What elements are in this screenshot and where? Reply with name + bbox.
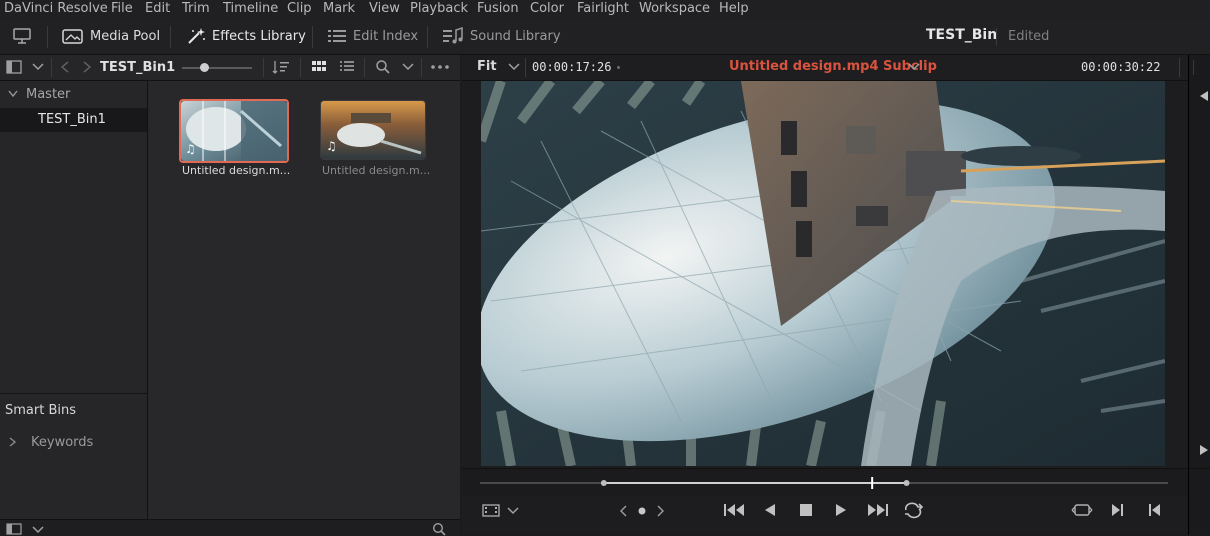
menu-trim[interactable]: Trim xyxy=(182,1,210,16)
bin-tree-panel: Master TEST_Bin1 Smart Bins Keywords xyxy=(0,81,148,519)
zoom-chevron-icon[interactable] xyxy=(508,63,520,71)
list-view-icon[interactable] xyxy=(339,60,355,74)
transport-controls xyxy=(462,496,1188,535)
sound-library-button[interactable]: Sound Library xyxy=(442,26,561,46)
effects-library-button[interactable]: Effects Library xyxy=(186,26,306,46)
scrubber-bar[interactable] xyxy=(462,468,1188,497)
zoom-select[interactable]: Fit xyxy=(477,59,497,74)
mark-in-icon[interactable] xyxy=(1111,503,1125,517)
menu-fusion[interactable]: Fusion xyxy=(477,1,519,16)
sort-icon[interactable] xyxy=(272,60,290,75)
mark-out-icon[interactable] xyxy=(1148,503,1162,517)
menu-color[interactable]: Color xyxy=(530,1,564,16)
smart-bins-heading: Smart Bins xyxy=(5,403,76,418)
project-status: Edited xyxy=(1008,29,1050,44)
thumbnail-size-slider-handle[interactable] xyxy=(200,63,209,72)
match-frame-icon[interactable] xyxy=(1071,502,1093,518)
monitor-icon xyxy=(13,28,31,44)
clip-thumbnail-2[interactable]: ♫ xyxy=(320,100,426,160)
clip-view-chevron-icon[interactable] xyxy=(507,507,519,515)
menu-davinci-resolve[interactable]: DaVinci Resolve xyxy=(4,1,108,16)
timecode-dot xyxy=(617,66,620,69)
playhead[interactable] xyxy=(871,477,874,489)
duration-timecode: 00:00:30:22 xyxy=(1081,60,1161,74)
audio-note-icon: ♫ xyxy=(326,139,337,153)
audio-note-icon: ♫ xyxy=(185,142,196,156)
menu-bar: DaVinci Resolve File Edit Trim Timeline … xyxy=(0,0,1210,18)
jog-control[interactable] xyxy=(620,504,666,518)
out-point-marker[interactable] xyxy=(903,480,910,486)
menu-view[interactable]: View xyxy=(369,1,400,16)
search-icon[interactable] xyxy=(375,59,391,75)
menu-clip[interactable]: Clip xyxy=(287,1,312,16)
thumbnail-view-icon[interactable] xyxy=(311,60,327,74)
menu-workspace[interactable]: Workspace xyxy=(639,1,710,16)
play-reverse-icon[interactable] xyxy=(764,503,776,517)
go-to-start-icon[interactable] xyxy=(723,503,745,517)
project-title: TEST_Bin xyxy=(926,27,998,43)
layout-toggle-button[interactable] xyxy=(12,26,32,46)
chevron-down-icon[interactable] xyxy=(32,63,44,71)
clip-title[interactable]: Untitled design.mp4 Subclip xyxy=(729,59,937,74)
clip-name-2: Untitled design.m... xyxy=(322,164,431,177)
timeline-viewer-edge xyxy=(1188,55,1210,535)
sound-library-icon xyxy=(443,27,463,44)
stop-icon[interactable] xyxy=(799,503,813,517)
clip-thumbnail-1[interactable]: ♫ xyxy=(179,99,289,163)
keywords-expand-icon[interactable] xyxy=(9,437,17,447)
clip-name-1: Untitled design.m... xyxy=(182,164,291,177)
menu-timeline[interactable]: Timeline xyxy=(223,1,278,16)
thumbnail-size-slider[interactable] xyxy=(182,67,252,69)
back-icon[interactable] xyxy=(60,61,70,73)
go-to-end-icon[interactable] xyxy=(867,503,889,517)
forward-icon[interactable] xyxy=(82,61,92,73)
viewer-header: Fit 00:00:17:26 Untitled design.mp4 Subc… xyxy=(462,55,1188,81)
edit-index-button[interactable]: Edit Index xyxy=(327,26,418,46)
media-pool-label: Media Pool xyxy=(90,28,161,44)
scrubber-track[interactable] xyxy=(480,475,1168,491)
play-icon[interactable] xyxy=(835,503,847,517)
sidebar-toggle-icon[interactable] xyxy=(6,60,22,74)
clip-grid: ♫ Untitled design.m... ♫ Untitled design… xyxy=(148,81,460,519)
loop-icon[interactable] xyxy=(902,501,924,519)
more-options-icon[interactable] xyxy=(430,64,450,70)
edit-index-label: Edit Index xyxy=(353,28,419,44)
effects-library-label: Effects Library xyxy=(212,28,306,44)
menu-help[interactable]: Help xyxy=(719,1,749,16)
menu-edit[interactable]: Edit xyxy=(145,1,170,16)
menu-playback[interactable]: Playback xyxy=(410,1,468,16)
timeline-go-to-start-icon[interactable] xyxy=(1199,90,1209,102)
in-point-marker[interactable] xyxy=(600,480,607,486)
keywords-smart-bin[interactable]: Keywords xyxy=(31,435,93,450)
media-pool-header: TEST_Bin1 xyxy=(100,55,460,81)
toolbar: Media Pool Effects Library Edit Index So… xyxy=(0,18,1210,55)
clip-view-icon[interactable] xyxy=(482,504,500,518)
menu-file[interactable]: File xyxy=(111,1,133,16)
source-timecode: 00:00:17:26 xyxy=(532,60,612,74)
media-pool-icon xyxy=(62,29,83,44)
footer-chevron-icon[interactable] xyxy=(32,526,44,534)
magic-wand-icon xyxy=(188,28,205,44)
media-pool-button[interactable]: Media Pool xyxy=(62,26,160,46)
search-options-chevron-icon[interactable] xyxy=(402,63,414,71)
master-bin[interactable]: Master xyxy=(26,87,70,102)
list-icon xyxy=(328,30,346,42)
sound-library-label: Sound Library xyxy=(470,28,561,44)
aerial-stadium-frame xyxy=(481,81,1165,466)
bin-label: TEST_Bin1 xyxy=(38,112,106,127)
current-bin-name: TEST_Bin1 xyxy=(100,60,176,75)
video-frame xyxy=(481,81,1165,466)
menu-mark[interactable]: Mark xyxy=(323,1,355,16)
clip-title-chevron-icon[interactable] xyxy=(908,63,920,71)
media-pool-footer xyxy=(0,519,460,536)
clip-thumbnail-image-1 xyxy=(181,101,287,161)
timeline-go-to-end-icon[interactable] xyxy=(1199,444,1209,456)
footer-sidebar-icon[interactable] xyxy=(6,523,22,535)
footer-search-icon[interactable] xyxy=(432,522,446,536)
menu-fairlight[interactable]: Fairlight xyxy=(577,1,629,16)
master-expand-icon[interactable] xyxy=(8,90,18,98)
bin-row-test-bin1[interactable]: TEST_Bin1 xyxy=(0,108,147,132)
